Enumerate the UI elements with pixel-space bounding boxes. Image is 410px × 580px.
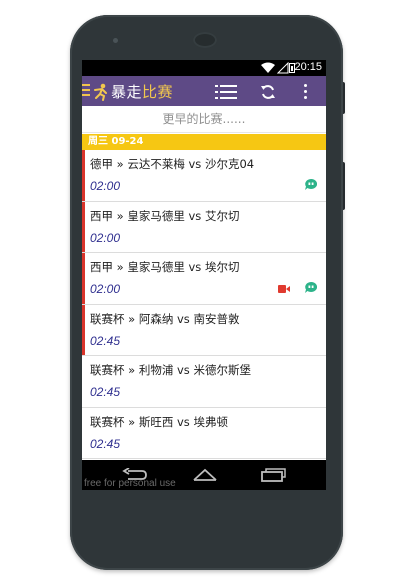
app-screen: 20:15 暴走比赛 更早的比赛...... 周三 09-24 德甲 » 云达不… [82, 60, 326, 490]
watermark-text: free for personal use [84, 478, 176, 489]
earpiece-speaker [193, 32, 217, 48]
match-row[interactable]: 德甲 » 云达不莱梅 vs 沙尔克04 02:00 [82, 150, 326, 202]
match-teams: 联赛杯 » 阿森纳 vs 南安普敦 [90, 311, 240, 326]
video-icon[interactable] [278, 285, 290, 293]
signal-icon [277, 62, 289, 74]
match-row[interactable]: 联赛杯 » 斯旺西 vs 埃弗顿 02:45 [82, 407, 326, 459]
drawer-menu-icon[interactable] [82, 84, 90, 98]
home-icon[interactable] [192, 468, 218, 482]
match-teams: 西甲 » 皇家马德里 vs 艾尔切 [90, 208, 240, 223]
match-time: 02:45 [90, 385, 121, 399]
recent-apps-icon[interactable] [260, 468, 286, 482]
match-teams: 德甲 » 云达不莱梅 vs 沙尔克04 [90, 157, 255, 171]
runner-logo-icon [94, 83, 107, 101]
refresh-icon[interactable] [260, 84, 276, 100]
match-row[interactable]: 西甲 » 皇家马德里 vs 艾尔切 02:00 [82, 201, 326, 253]
list-view-icon[interactable] [215, 85, 237, 99]
app-title-part1: 暴走 [111, 83, 143, 101]
status-time: 20:15 [294, 61, 322, 73]
earlier-matches-link[interactable]: 更早的比赛...... [82, 106, 326, 133]
match-teams: 西甲 » 皇家马德里 vs 埃尔切 [90, 260, 240, 274]
match-time: 02:45 [90, 333, 121, 348]
status-bar: 20:15 [82, 60, 326, 76]
match-teams: 联赛杯 » 利物浦 vs 米德尔斯堡 [90, 363, 251, 377]
chat-icon[interactable] [305, 179, 317, 190]
front-sensor [113, 38, 118, 43]
wifi-icon [261, 62, 275, 73]
date-header: 周三 09-24 [82, 134, 326, 150]
match-row[interactable]: 联赛杯 » 阿森纳 vs 南安普敦 02:45 [82, 304, 326, 356]
overflow-menu-icon[interactable] [302, 84, 308, 100]
match-time: 02:00 [90, 282, 121, 296]
match-time: 02:45 [90, 436, 121, 451]
chat-icon[interactable] [305, 282, 317, 293]
match-row[interactable]: 联赛杯 » 利物浦 vs 米德尔斯堡 02:45 [82, 356, 326, 408]
match-list: 德甲 » 云达不莱梅 vs 沙尔克04 02:00 西甲 » 皇家马德里 vs 艾尔… [82, 150, 326, 459]
match-time: 02:00 [90, 179, 121, 193]
app-title-part2: 比赛 [142, 83, 174, 101]
match-row[interactable]: 西甲 » 皇家马德里 vs 埃尔切 02:00 [82, 253, 326, 305]
app-title: 暴走比赛 [111, 81, 173, 102]
match-time: 02:00 [90, 230, 121, 245]
app-bar: 暴走比赛 [82, 76, 326, 106]
match-teams: 联赛杯 » 斯旺西 vs 埃弗顿 [90, 414, 228, 429]
